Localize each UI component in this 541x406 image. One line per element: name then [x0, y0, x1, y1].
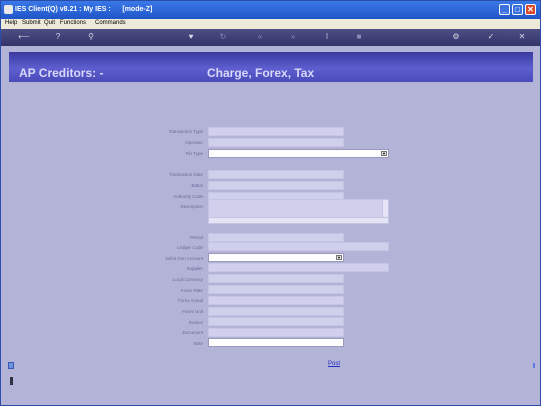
- transaction-date-field[interactable]: [208, 170, 344, 179]
- menu-help[interactable]: Help: [5, 20, 17, 26]
- fast-forward-icon[interactable]: »: [287, 32, 299, 42]
- note-field[interactable]: [208, 338, 344, 347]
- document-field[interactable]: [208, 328, 344, 337]
- label-batch: Batch: [191, 183, 203, 188]
- debit-gen-account-select[interactable]: ▼: [208, 253, 344, 262]
- fin-type-select[interactable]: ▼: [208, 149, 389, 158]
- label-note: Note: [193, 341, 203, 346]
- label-ledger-code: Ledger Code: [176, 245, 203, 250]
- menu-bar: Help Submit Quit Functions Commands: [1, 19, 540, 29]
- heart-icon[interactable]: ♥: [185, 32, 197, 42]
- label-fin-type: Fin Type: [185, 151, 203, 156]
- refresh-icon[interactable]: ↻: [217, 32, 229, 42]
- settings-icon[interactable]: ⚙: [450, 32, 462, 42]
- label-local-currency: Local Currency: [172, 277, 203, 282]
- side-indicator-icon: [533, 363, 535, 368]
- rewind-icon[interactable]: «: [254, 32, 266, 42]
- app-icon: [4, 5, 13, 14]
- side-marker-icon[interactable]: [10, 377, 13, 385]
- label-forex-unit: Forex Unit: [182, 309, 203, 314]
- app-window: IES Client(Q) v8.21 : My IES : [mode-Z] …: [0, 0, 541, 406]
- label-debit-gen-account: Debit Gen Account: [165, 256, 203, 261]
- description-textarea[interactable]: [208, 199, 389, 224]
- module-banner: AP Creditors: - Charge, Forex, Tax: [9, 52, 533, 82]
- label-document: Document: [182, 330, 203, 335]
- invoice-field[interactable]: [208, 317, 344, 326]
- search-icon[interactable]: ⚲: [85, 32, 97, 42]
- label-description: Description: [180, 204, 203, 209]
- check-icon[interactable]: ✓: [485, 32, 497, 42]
- module-title: AP Creditors: -: [19, 66, 104, 80]
- screen-title: Charge, Forex, Tax: [207, 66, 315, 80]
- label-operator: Operator: [185, 140, 203, 145]
- window-title: IES Client(Q) v8.21 : My IES : [mode-Z]: [15, 6, 153, 13]
- label-invoice: Invoice: [188, 320, 203, 325]
- help-icon[interactable]: ?: [52, 32, 64, 42]
- ledger-code-field[interactable]: [208, 242, 389, 251]
- operator-field[interactable]: [208, 138, 344, 147]
- menu-functions[interactable]: Functions: [60, 20, 86, 26]
- close-window-button[interactable]: ✕: [525, 4, 536, 15]
- chevron-down-icon[interactable]: ▼: [336, 255, 342, 260]
- label-transaction-type: Transaction Type: [168, 129, 203, 134]
- period-field[interactable]: [208, 233, 344, 242]
- label-forex-rate: Forex Rate: [180, 288, 203, 293]
- close-icon[interactable]: ✕: [516, 32, 528, 42]
- toolbar: ⟵ ? ⚲ ♥ ↻ « » ‖ ■ ⚙ ✓ ✕: [1, 29, 540, 46]
- menu-submit[interactable]: Submit: [22, 20, 41, 26]
- maximize-button[interactable]: □: [512, 4, 523, 15]
- label-supplier: Supplier: [186, 266, 203, 271]
- forex-unit-field[interactable]: [208, 307, 344, 316]
- minimize-button[interactable]: _: [499, 4, 510, 15]
- local-currency-field[interactable]: [208, 274, 344, 283]
- pause-icon[interactable]: ‖: [321, 32, 333, 42]
- forex-actual-field[interactable]: [208, 296, 344, 305]
- label-transaction-date: Transaction Date: [168, 172, 203, 177]
- label-period: Period: [189, 235, 203, 240]
- menu-quit[interactable]: Quit: [44, 20, 55, 26]
- chevron-down-icon[interactable]: ▼: [381, 151, 387, 156]
- batch-field[interactable]: [208, 181, 344, 190]
- menu-commands[interactable]: Commands: [95, 20, 126, 26]
- back-icon[interactable]: ⟵: [15, 32, 33, 42]
- transaction-type-field[interactable]: [208, 127, 344, 136]
- side-panel-icon[interactable]: [8, 362, 14, 369]
- forex-rate-field[interactable]: [208, 285, 344, 294]
- stop-icon[interactable]: ■: [353, 32, 365, 42]
- title-bar: IES Client(Q) v8.21 : My IES : [mode-Z] …: [1, 1, 540, 19]
- horizontal-scrollbar[interactable]: [209, 217, 388, 223]
- label-forex-actual: Forex Actual: [177, 298, 203, 303]
- label-authority-code: Authority Code: [173, 194, 203, 199]
- supplier-field[interactable]: [208, 263, 389, 272]
- post-link[interactable]: Post: [328, 361, 340, 367]
